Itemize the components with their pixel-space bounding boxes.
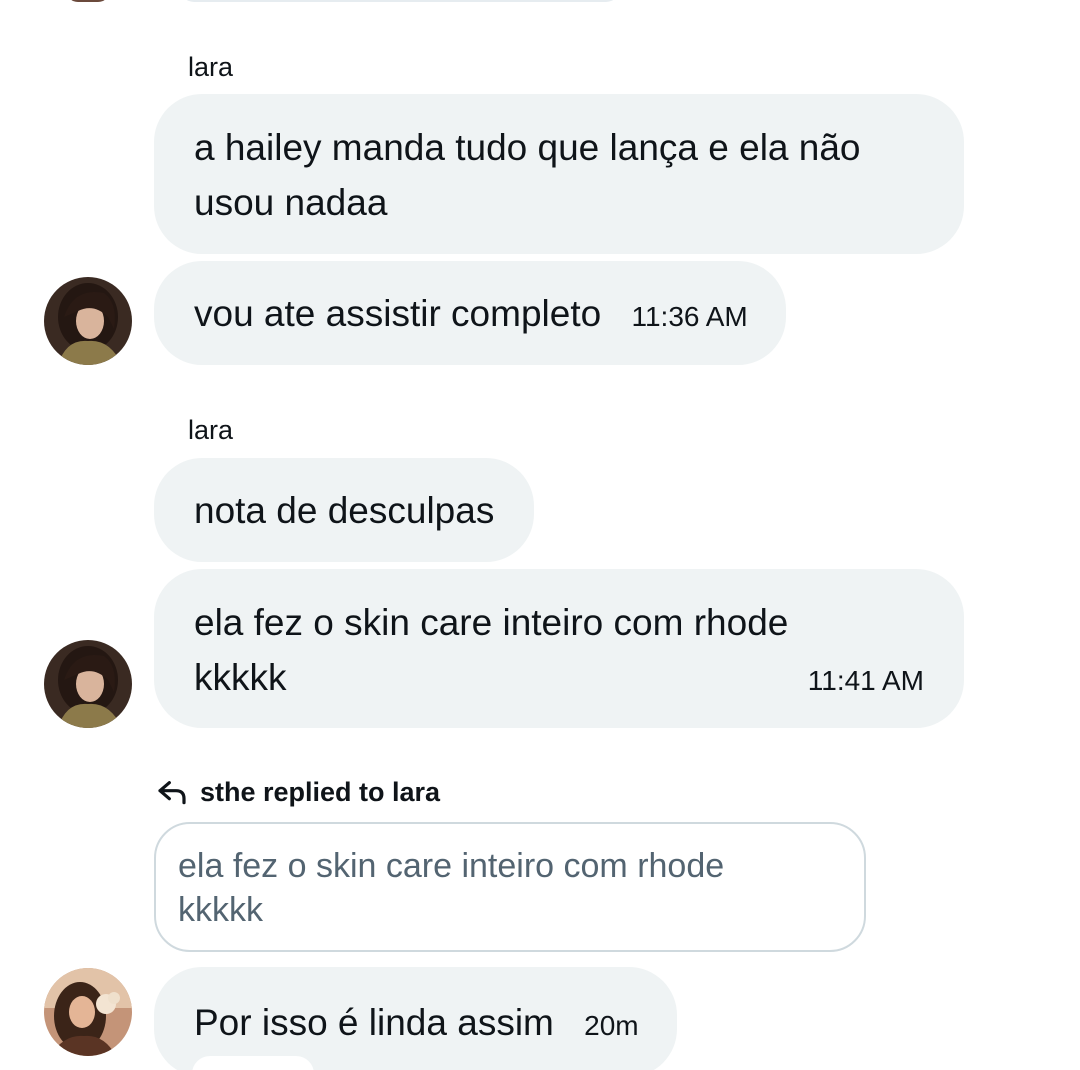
- message-bubble[interactable]: nota de desculpas: [154, 458, 535, 562]
- message-text: a hailey manda tudo que lança e ela não …: [194, 127, 861, 223]
- message-text-line: ela fez o skin care inteiro com rhode: [194, 602, 789, 643]
- message-text-line: kkkkk: [194, 657, 287, 698]
- avatar-image: [44, 640, 132, 728]
- message-text: vou ate assistir completo: [194, 293, 602, 334]
- avatar-clipped[interactable]: [66, 0, 110, 2]
- avatar-lara[interactable]: [44, 640, 132, 728]
- message-timestamp: 20m: [584, 1010, 639, 1041]
- message-timestamp: 11:41 AM: [807, 665, 924, 696]
- quoted-text-line: ela fez o skin care inteiro com rhode: [178, 847, 725, 885]
- reply-arrow-icon: [158, 781, 186, 805]
- sender-name: lara: [188, 415, 234, 445]
- avatar-image: [44, 277, 132, 365]
- message-bubble[interactable]: ela fez o skin care inteiro com rhode kk…: [154, 569, 964, 728]
- quoted-text-line: kkkkk: [178, 891, 263, 929]
- quoted-message[interactable]: ela fez o skin care inteiro com rhode kk…: [154, 822, 866, 952]
- message-bubble[interactable]: a hailey manda tudo que lança e ela não …: [154, 94, 964, 254]
- sender-name: lara: [188, 52, 234, 82]
- message-text: Por isso é linda assim: [194, 1002, 554, 1043]
- message-timestamp: 11:36 AM: [631, 301, 748, 332]
- avatar-lara[interactable]: [44, 277, 132, 365]
- reply-context: sthe replied to lara: [156, 776, 440, 808]
- message-text: nota de desculpas: [194, 490, 495, 531]
- reply-label-text: sthe replied to lara: [200, 776, 441, 807]
- avatar-image: [44, 968, 132, 1056]
- reaction-pill[interactable]: [190, 1054, 316, 1070]
- message-bubble[interactable]: vou ate assistir completo 11:36 AM: [154, 261, 786, 365]
- dm-conversation: lara a hailey manda tudo que lança e ela…: [0, 0, 1080, 1070]
- message-bubble-clipped[interactable]: [180, 0, 620, 2]
- avatar-sthe[interactable]: [44, 968, 132, 1056]
